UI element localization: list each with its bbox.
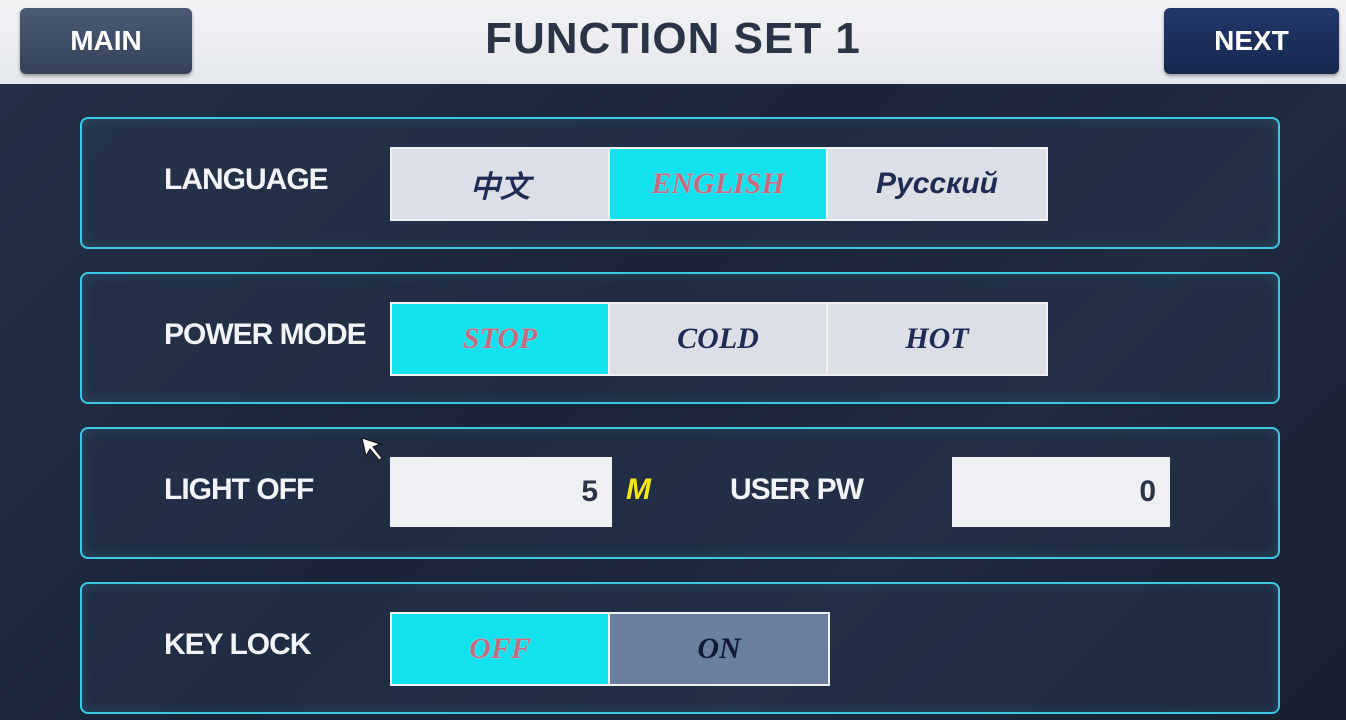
user-pw-input[interactable]: 0 xyxy=(952,457,1170,527)
next-button[interactable]: NEXT xyxy=(1164,8,1339,74)
language-option-russian[interactable]: Русский xyxy=(828,149,1046,219)
language-option-english[interactable]: ENGLISH xyxy=(610,149,828,219)
power-mode-selector: STOP COLD HOT xyxy=(390,302,1048,376)
language-selector: 中文 ENGLISH Русский xyxy=(390,147,1048,221)
power-mode-option-hot[interactable]: HOT xyxy=(828,304,1046,374)
light-off-input[interactable]: 5 xyxy=(390,457,612,527)
key-lock-label: KEY LOCK xyxy=(164,628,311,661)
light-off-unit: M xyxy=(626,473,651,506)
power-mode-option-stop[interactable]: STOP xyxy=(392,304,610,374)
pointer-cursor-icon xyxy=(361,437,383,461)
key-lock-option-off[interactable]: OFF xyxy=(392,614,610,684)
header-bar: MAIN FUNCTION SET 1 NEXT xyxy=(0,0,1346,84)
language-label: LANGUAGE xyxy=(164,163,329,196)
language-option-chinese[interactable]: 中文 xyxy=(392,149,610,219)
light-off-label: LIGHT OFF xyxy=(164,473,314,506)
power-mode-panel: POWER MODE STOP COLD HOT xyxy=(80,272,1280,404)
key-lock-selector: OFF ON xyxy=(390,612,830,686)
key-lock-panel: KEY LOCK OFF ON xyxy=(80,582,1280,714)
hmi-screen: MAIN FUNCTION SET 1 NEXT LANGUAGE 中文 ENG… xyxy=(0,0,1346,720)
language-panel: LANGUAGE 中文 ENGLISH Русский xyxy=(80,117,1280,249)
key-lock-option-on[interactable]: ON xyxy=(610,614,828,684)
power-mode-label: POWER MODE xyxy=(164,318,367,351)
power-mode-option-cold[interactable]: COLD xyxy=(610,304,828,374)
user-pw-label: USER PW xyxy=(730,473,864,506)
light-off-panel: LIGHT OFF 5 M USER PW 0 xyxy=(80,427,1280,559)
page-title: FUNCTION SET 1 xyxy=(485,14,861,63)
